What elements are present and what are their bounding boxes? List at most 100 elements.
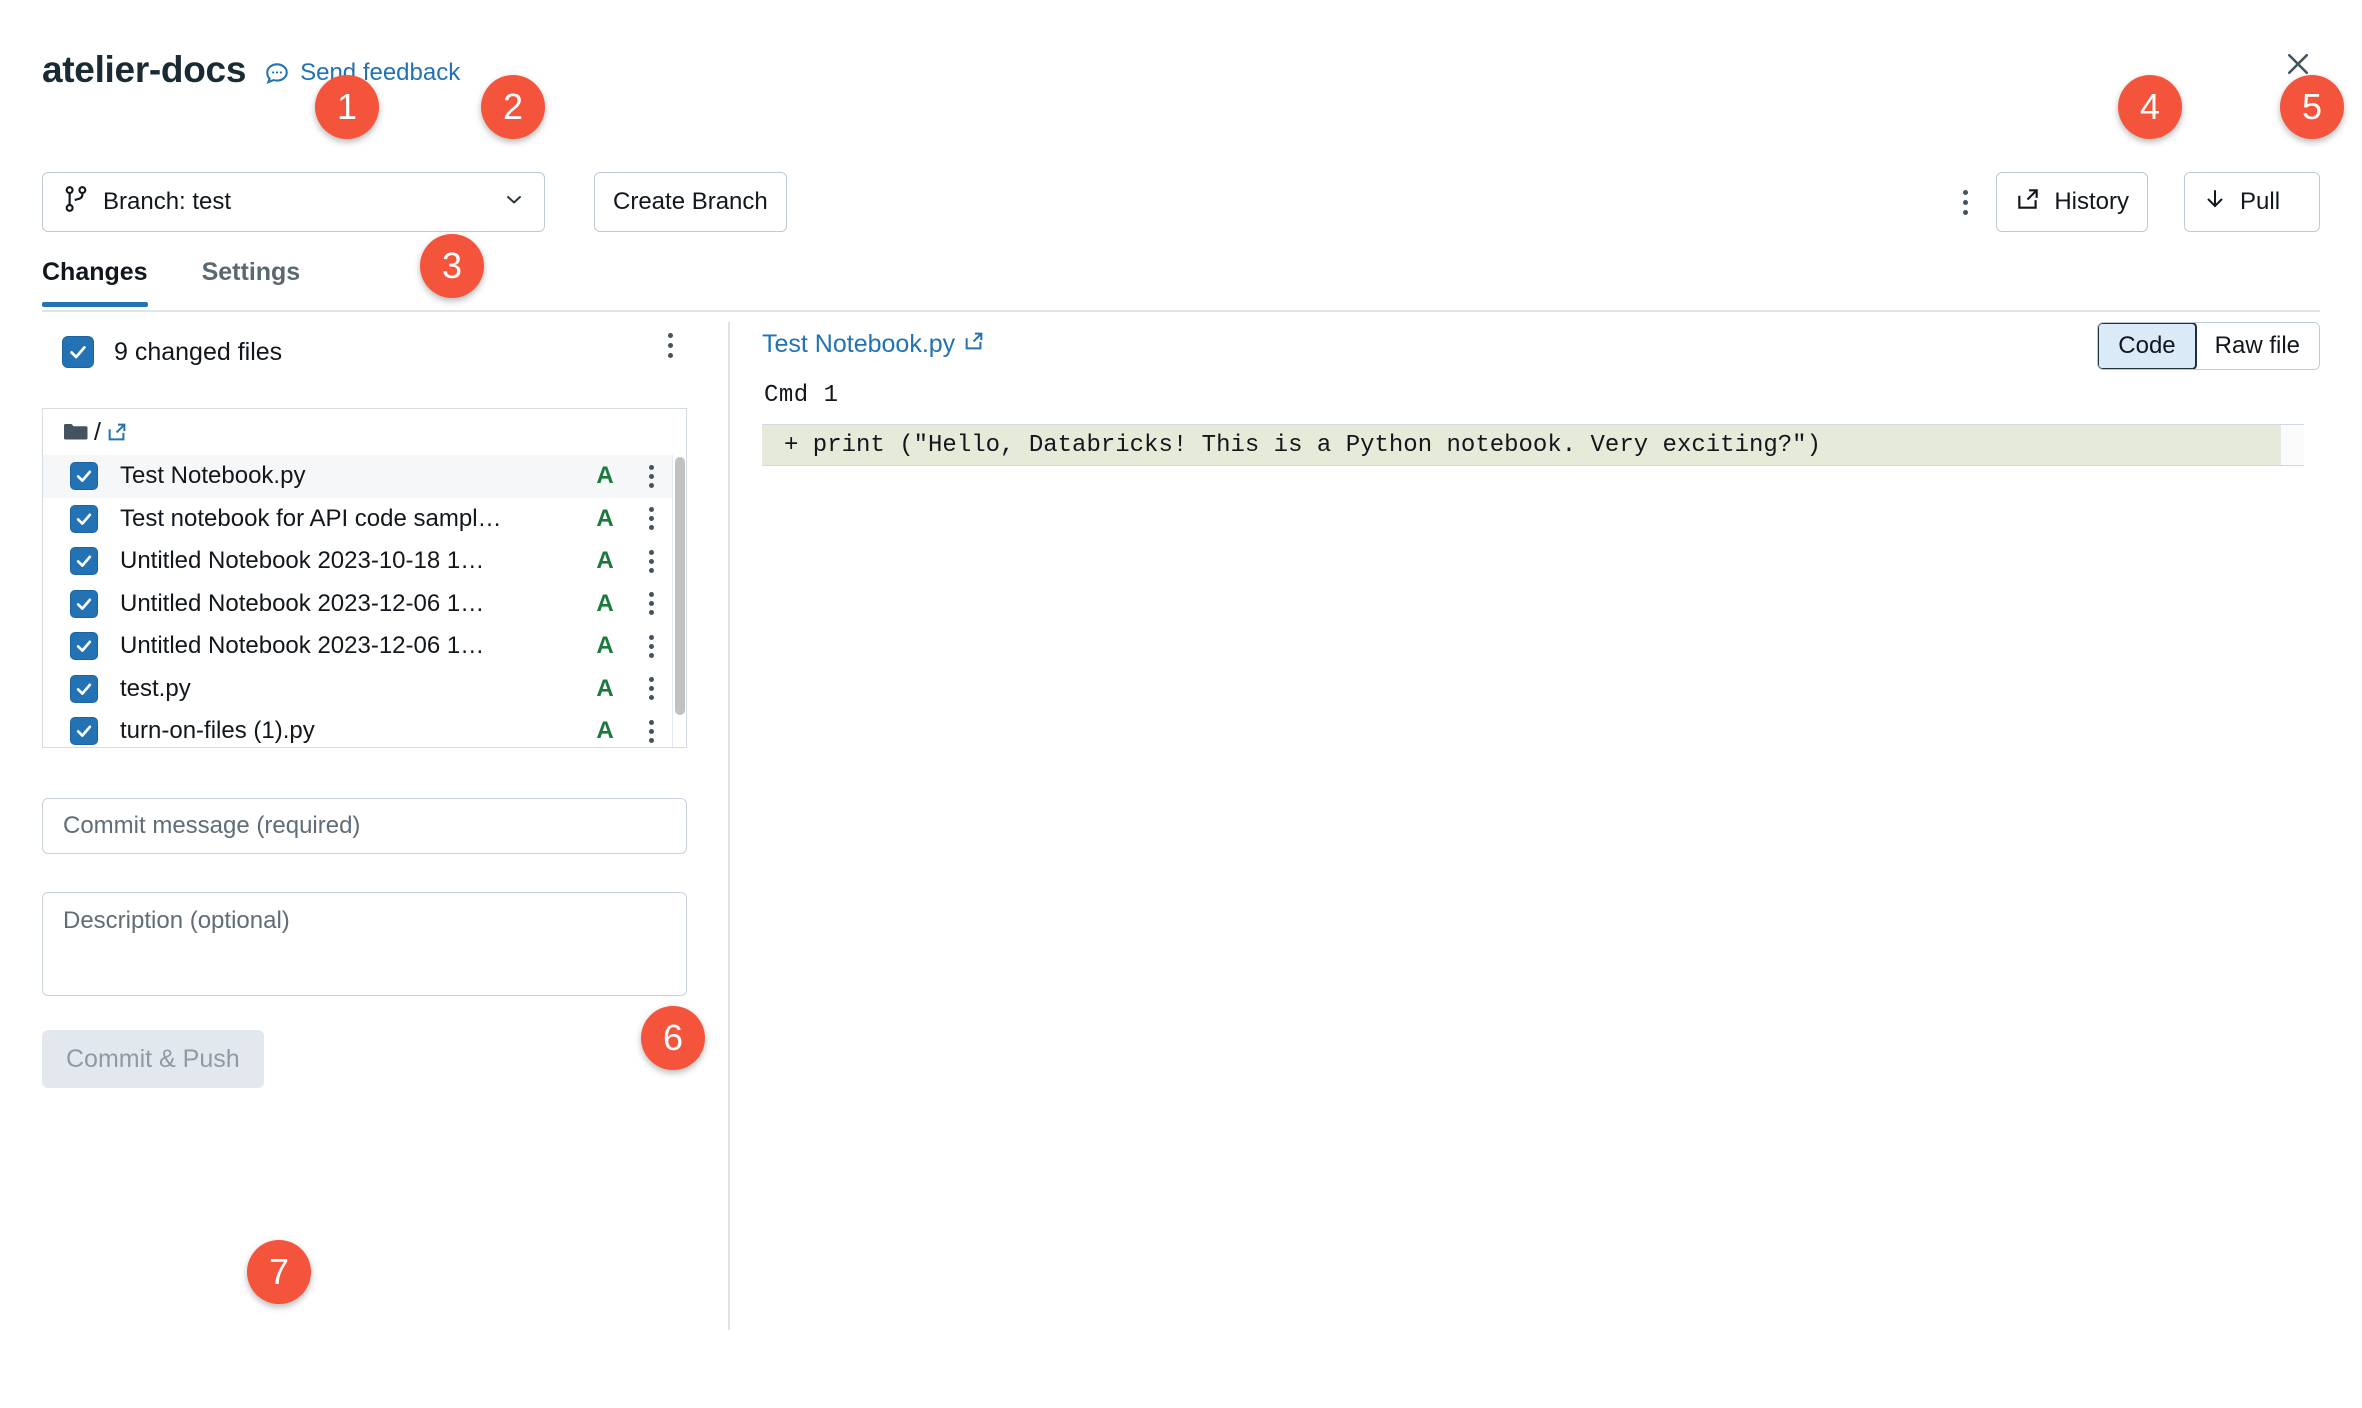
file-status-badge: A xyxy=(596,589,614,617)
file-list-item[interactable]: turn-on-files (1).py A xyxy=(43,710,686,747)
checkmark-icon xyxy=(70,346,86,359)
file-checkbox[interactable] xyxy=(70,674,98,703)
view-mode-code[interactable]: Code xyxy=(2098,323,2197,369)
file-more-menu-button[interactable] xyxy=(638,544,664,578)
file-name: Untitled Notebook 2023-10-18 1… xyxy=(120,547,485,575)
file-more-menu-button[interactable] xyxy=(638,672,664,706)
file-list-scrollbar-thumb[interactable] xyxy=(675,457,685,715)
file-more-menu-button[interactable] xyxy=(638,502,664,536)
diff-line-gutter xyxy=(2280,425,2304,465)
file-name: Test Notebook.py xyxy=(120,462,306,490)
tab-changes[interactable]: Changes xyxy=(42,258,148,307)
diff-file-name: Test Notebook.py xyxy=(762,330,956,358)
commit-description-input[interactable] xyxy=(42,892,687,996)
pull-label: Pull xyxy=(2240,188,2281,215)
checkmark-icon xyxy=(76,683,92,695)
more-vertical-icon xyxy=(648,677,654,683)
panel-divider xyxy=(728,322,730,1330)
folder-breadcrumb-row[interactable]: / xyxy=(43,409,686,455)
annotation-badge-4: 4 xyxy=(2118,75,2182,139)
file-checkbox[interactable] xyxy=(70,589,98,618)
changes-panel: 9 changed files / Test Notebook.py A Tes… xyxy=(42,330,728,1330)
repo-toolbar: Branch: test Create Branch History Pull xyxy=(42,172,2320,232)
checkmark-icon xyxy=(76,470,92,483)
file-more-menu-button[interactable] xyxy=(638,587,664,621)
more-vertical-icon xyxy=(648,549,654,555)
tab-bar: Changes Settings xyxy=(42,258,2320,312)
file-more-menu-button[interactable] xyxy=(638,714,664,747)
view-mode-toggle: Code Raw file xyxy=(2097,322,2320,370)
file-checkbox[interactable] xyxy=(70,547,98,576)
file-more-menu-button[interactable] xyxy=(638,629,664,663)
chevron-down-icon xyxy=(502,187,526,218)
annotation-badge-7: 7 xyxy=(247,1240,311,1304)
select-all-checkbox[interactable] xyxy=(62,336,94,368)
more-vertical-icon xyxy=(648,719,654,725)
file-more-menu-button[interactable] xyxy=(638,459,664,493)
commit-and-push-button[interactable]: Commit & Push xyxy=(42,1030,264,1088)
checkmark-icon xyxy=(76,640,92,653)
file-checkbox[interactable] xyxy=(70,462,98,491)
diff-file-link[interactable]: Test Notebook.py xyxy=(762,330,985,359)
file-checkbox[interactable] xyxy=(70,717,98,746)
annotation-badge-3: 3 xyxy=(420,234,484,298)
view-mode-raw-file[interactable]: Raw file xyxy=(2195,323,2319,369)
git-folder-dialog: atelier-docs Send feedback Branch: test … xyxy=(0,0,2362,1330)
file-status-badge: A xyxy=(596,462,614,490)
pull-button[interactable]: Pull xyxy=(2184,172,2320,232)
file-checkbox[interactable] xyxy=(70,632,98,661)
file-checkbox[interactable] xyxy=(70,504,98,533)
commit-message-input[interactable] xyxy=(42,798,687,854)
file-status-badge: A xyxy=(596,674,614,702)
changes-more-menu-button[interactable] xyxy=(652,325,688,365)
diff-added-line-row: + print ("Hello, Databricks! This is a P… xyxy=(762,424,2304,466)
git-branch-icon xyxy=(63,185,89,220)
file-status-badge: A xyxy=(596,717,614,745)
file-list-item[interactable]: Test Notebook.py A xyxy=(43,455,686,498)
file-list-scrollbar[interactable] xyxy=(672,455,686,747)
file-status-badge: A xyxy=(596,632,614,660)
branch-dropdown[interactable]: Branch: test xyxy=(42,172,545,232)
file-list: / Test Notebook.py A Test notebook for API… xyxy=(42,408,687,748)
changed-files-count: 9 changed files xyxy=(114,337,283,366)
more-vertical-icon xyxy=(667,332,673,338)
file-status-badge: A xyxy=(596,504,614,532)
more-vertical-icon xyxy=(648,592,654,598)
diff-line-text: + print ("Hello, Databricks! This is a P… xyxy=(784,431,1821,459)
file-list-item[interactable]: Untitled Notebook 2023-12-06 1… A xyxy=(43,582,686,625)
folder-icon xyxy=(63,422,89,442)
file-status-badge: A xyxy=(596,547,614,575)
file-name: test.py xyxy=(120,674,191,702)
file-list-item[interactable]: Untitled Notebook 2023-10-18 1… A xyxy=(43,540,686,583)
annotation-badge-6: 6 xyxy=(641,1006,705,1070)
file-rows-container: Test Notebook.py A Test notebook for API c… xyxy=(43,455,686,747)
file-name: Test notebook for API code sampl… xyxy=(120,504,502,532)
folder-path: / xyxy=(94,417,101,446)
page-title: atelier-docs xyxy=(42,49,247,90)
cmd-label: Cmd 1 xyxy=(764,382,839,409)
arrow-down-icon xyxy=(2203,186,2227,219)
tab-settings[interactable]: Settings xyxy=(202,258,301,305)
toolbar-more-menu-button[interactable] xyxy=(1947,184,1983,220)
checkmark-icon xyxy=(76,725,92,738)
file-list-item[interactable]: Untitled Notebook 2023-12-06 1… A xyxy=(43,625,686,668)
chat-bubble-icon xyxy=(264,60,290,86)
file-list-item[interactable]: test.py A xyxy=(43,667,686,710)
file-list-item[interactable]: Test notebook for API code sampl… A xyxy=(43,497,686,540)
branch-label: Branch: test xyxy=(103,188,232,215)
file-name: Untitled Notebook 2023-12-06 1… xyxy=(120,589,485,617)
annotation-badge-5: 5 xyxy=(2280,75,2344,139)
annotation-badge-2: 2 xyxy=(481,75,545,139)
history-button[interactable]: History xyxy=(1996,172,2148,232)
history-label: History xyxy=(2054,188,2129,215)
more-vertical-icon xyxy=(648,507,654,513)
create-branch-button[interactable]: Create Branch xyxy=(594,172,787,232)
changed-files-header: 9 changed files xyxy=(62,330,282,374)
external-link-icon[interactable] xyxy=(106,421,128,443)
external-link-icon[interactable] xyxy=(963,330,985,359)
checkmark-icon xyxy=(76,598,92,610)
annotation-badge-1: 1 xyxy=(315,75,379,139)
checkmark-icon xyxy=(76,555,92,568)
external-link-icon xyxy=(2015,186,2041,219)
more-vertical-icon xyxy=(1962,189,1968,195)
